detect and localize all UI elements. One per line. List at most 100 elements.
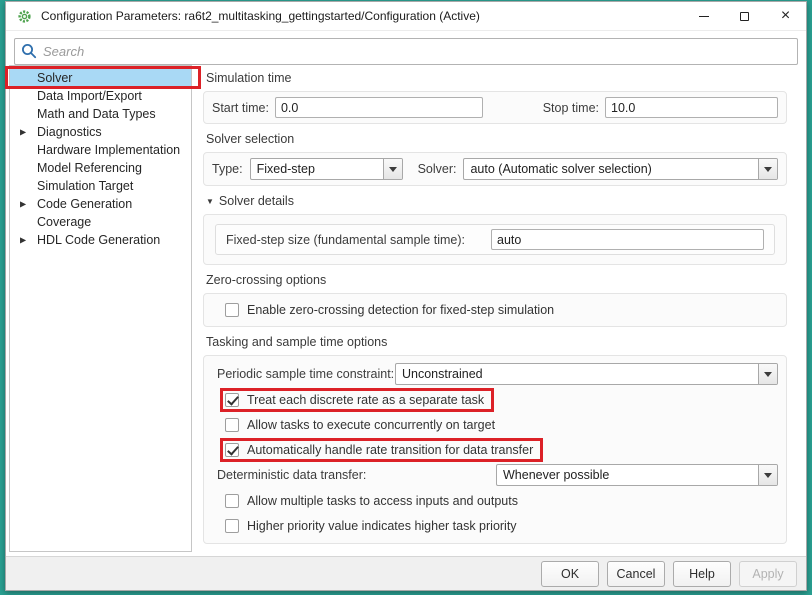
chevron-down-icon: [764, 473, 772, 478]
tasking-group: Periodic sample time constraint: Unconst…: [203, 355, 787, 544]
deterministic-transfer-label: Deterministic data transfer:: [212, 468, 496, 482]
solver-details-group: Fixed-step size (fundamental sample time…: [203, 214, 787, 265]
multi-task-access-row: Allow multiple tasks to access inputs an…: [212, 488, 778, 513]
solver-type-label: Type:: [212, 162, 243, 176]
periodic-constraint-row: Periodic sample time constraint: Unconst…: [212, 361, 778, 387]
expand-arrow-icon[interactable]: [20, 236, 26, 245]
zero-crossing-heading: Zero-crossing options: [206, 273, 787, 287]
sidebar-item-data-import-export[interactable]: Data Import/Export: [10, 87, 191, 105]
higher-priority-checkbox[interactable]: [225, 519, 239, 533]
higher-priority-label: Higher priority value indicates higher t…: [247, 519, 517, 533]
sidebar-item-coverage[interactable]: Coverage: [10, 213, 191, 231]
sidebar-item-label: HDL Code Generation: [37, 233, 160, 247]
solver-selection-group: Type: Fixed-step Solver: auto (Automatic…: [203, 152, 787, 186]
chevron-down-icon: [764, 167, 772, 172]
ok-button[interactable]: OK: [541, 561, 599, 587]
treat-discrete-rate-checkbox[interactable]: [225, 393, 239, 407]
start-time-label: Start time:: [212, 101, 269, 115]
periodic-constraint-label: Periodic sample time constraint:: [212, 367, 395, 381]
search-box: [14, 38, 798, 65]
multi-task-access-checkbox[interactable]: [225, 494, 239, 508]
fixed-step-size-input[interactable]: [491, 229, 764, 250]
simulation-time-heading: Simulation time: [206, 71, 787, 85]
sidebar-item-code-generation[interactable]: Code Generation: [10, 195, 191, 213]
stop-time-label: Stop time:: [543, 101, 599, 115]
sidebar-item-diagnostics[interactable]: Diagnostics: [10, 123, 191, 141]
annotation-highlight-solver: [5, 66, 201, 89]
annotation-highlight-treat-rate: Treat each discrete rate as a separate t…: [220, 388, 494, 412]
sidebar-item-label: Diagnostics: [37, 125, 102, 139]
solver-value: auto (Automatic solver selection): [464, 159, 758, 179]
dialog-footer: OK Cancel Help Apply: [6, 556, 806, 590]
periodic-constraint-dropdown[interactable]: Unconstrained: [395, 363, 778, 385]
sidebar-item-label: Hardware Implementation: [37, 143, 180, 157]
chevron-down-icon: [389, 167, 397, 172]
desktop-background: Configuration Parameters: ra6t2_multitas…: [0, 0, 812, 595]
zero-crossing-checkbox-row: Enable zero-crossing detection for fixed…: [212, 299, 778, 321]
sidebar-item-label: Coverage: [37, 215, 91, 229]
sidebar-item-label: Math and Data Types: [37, 107, 156, 121]
close-button[interactable]: ×: [765, 2, 806, 30]
dropdown-arrow-button[interactable]: [758, 364, 777, 384]
auto-rate-transition-label: Automatically handle rate transition for…: [247, 443, 533, 457]
dropdown-arrow-button[interactable]: [758, 159, 777, 179]
sidebar-item-simulation-target[interactable]: Simulation Target: [10, 177, 191, 195]
solver-type-dropdown[interactable]: Fixed-step: [250, 158, 403, 180]
fixed-step-size-row: Fixed-step size (fundamental sample time…: [215, 224, 775, 255]
fixed-step-size-label: Fixed-step size (fundamental sample time…: [226, 233, 465, 247]
title-bar: Configuration Parameters: ra6t2_multitas…: [6, 2, 806, 31]
sidebar-item-math-and-data-types[interactable]: Math and Data Types: [10, 105, 191, 123]
search-input[interactable]: [14, 38, 798, 65]
help-button[interactable]: Help: [673, 561, 731, 587]
simulation-time-group: Start time: Stop time:: [203, 91, 787, 124]
search-icon: [21, 43, 37, 59]
multi-task-access-label: Allow multiple tasks to access inputs an…: [247, 494, 518, 508]
start-time-input[interactable]: [275, 97, 483, 118]
sidebar-item-label: Simulation Target: [37, 179, 133, 193]
close-icon: ×: [781, 8, 790, 24]
maximize-button[interactable]: [724, 2, 765, 30]
cancel-button[interactable]: Cancel: [607, 561, 665, 587]
chevron-down-icon: [764, 372, 772, 377]
sidebar-item-label: Data Import/Export: [37, 89, 142, 103]
deterministic-transfer-dropdown[interactable]: Whenever possible: [496, 464, 778, 486]
auto-rate-transition-row: Automatically handle rate transition for…: [212, 437, 778, 462]
stop-time-input[interactable]: [605, 97, 778, 118]
allow-concurrent-checkbox[interactable]: [225, 418, 239, 432]
sidebar-tree: Solver Data Import/Export Math and Data …: [9, 65, 192, 552]
dropdown-arrow-button[interactable]: [758, 465, 777, 485]
deterministic-transfer-value: Whenever possible: [497, 465, 758, 485]
configuration-parameters-dialog: Configuration Parameters: ra6t2_multitas…: [5, 1, 807, 591]
solver-label: Solver:: [418, 162, 457, 176]
deterministic-transfer-row: Deterministic data transfer: Whenever po…: [212, 462, 778, 488]
simulink-config-gear-icon: [17, 9, 32, 24]
minimize-icon: [699, 16, 709, 17]
minimize-button[interactable]: [683, 2, 724, 30]
tasking-heading: Tasking and sample time options: [206, 335, 787, 349]
auto-rate-transition-checkbox[interactable]: [225, 443, 239, 457]
periodic-constraint-value: Unconstrained: [396, 364, 758, 384]
dropdown-arrow-button[interactable]: [383, 159, 402, 179]
window-title: Configuration Parameters: ra6t2_multitas…: [41, 9, 480, 23]
apply-button: Apply: [739, 561, 797, 587]
expand-arrow-icon[interactable]: [20, 128, 26, 137]
allow-concurrent-row: Allow tasks to execute concurrently on t…: [212, 412, 778, 437]
solver-type-value: Fixed-step: [251, 159, 383, 179]
maximize-icon: [740, 12, 749, 21]
solver-details-toggle[interactable]: Solver details: [206, 194, 787, 208]
sidebar-item-model-referencing[interactable]: Model Referencing: [10, 159, 191, 177]
enable-zero-crossing-label: Enable zero-crossing detection for fixed…: [247, 303, 554, 317]
sidebar-item-solver[interactable]: Solver: [10, 69, 191, 87]
sidebar-item-label: Model Referencing: [37, 161, 142, 175]
higher-priority-row: Higher priority value indicates higher t…: [212, 513, 778, 538]
allow-concurrent-label: Allow tasks to execute concurrently on t…: [247, 418, 495, 432]
solver-dropdown[interactable]: auto (Automatic solver selection): [463, 158, 778, 180]
sidebar-item-label: Solver: [37, 71, 72, 85]
treat-discrete-rate-row: Treat each discrete rate as a separate t…: [212, 387, 778, 412]
expand-arrow-icon[interactable]: [20, 200, 26, 209]
enable-zero-crossing-checkbox[interactable]: [225, 303, 239, 317]
solver-selection-heading: Solver selection: [206, 132, 787, 146]
sidebar-item-hardware-implementation[interactable]: Hardware Implementation: [10, 141, 191, 159]
sidebar-item-hdl-code-generation[interactable]: HDL Code Generation: [10, 231, 191, 249]
annotation-highlight-auto-rate: Automatically handle rate transition for…: [220, 438, 543, 462]
